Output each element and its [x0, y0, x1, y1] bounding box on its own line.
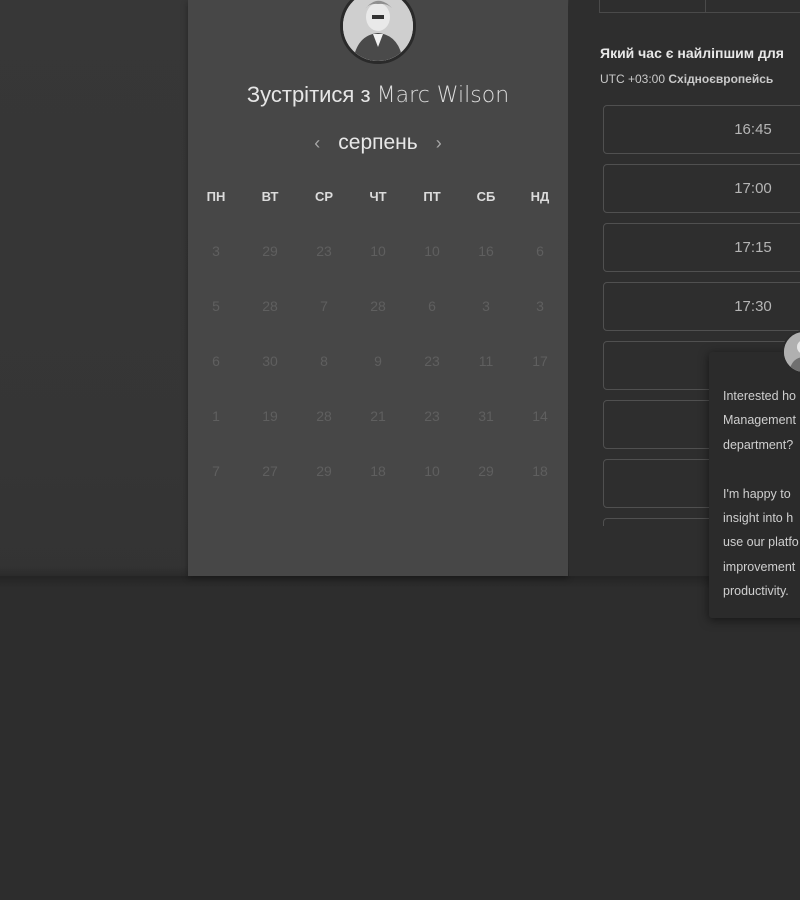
weekday-label: СБ	[476, 189, 496, 204]
calendar-day: 23	[316, 243, 332, 259]
weekday-label: ПТ	[423, 189, 441, 204]
host-photo-icon	[343, 0, 413, 61]
calendar-day: 6	[536, 243, 544, 259]
calendar-day: 28	[262, 298, 278, 314]
calendar-day: 28	[370, 298, 386, 314]
calendar-day: 3	[482, 298, 490, 314]
calendar-day: 10	[424, 243, 440, 259]
weekday-label: СР	[314, 189, 334, 204]
timezone-name: Східноєвропейсь	[668, 72, 774, 86]
chevron-left-icon[interactable]: ‹	[310, 133, 324, 154]
timezone-offset: UTC +03:00	[600, 72, 666, 86]
chat-line: Management	[723, 413, 796, 428]
calendar-day: 9	[374, 353, 382, 369]
calendar-day: 3	[536, 298, 544, 314]
chat-line	[723, 457, 800, 481]
calendar-panel: Зустрітися з Marc Wilson ‹ серпень › ПН …	[188, 0, 568, 576]
chat-line: I'm happy to	[723, 486, 791, 501]
weekday-label: ЧТ	[369, 189, 387, 204]
meeting-title: Зустрітися з Marc Wilson	[188, 82, 568, 108]
calendar-day: 16	[478, 243, 494, 259]
duration-tabs	[599, 0, 800, 13]
host-avatar	[340, 0, 416, 64]
time-slot[interactable]: 16:45	[603, 105, 800, 154]
calendar-day: 6	[212, 353, 220, 369]
time-question: Який час є найліпшим для	[600, 45, 784, 61]
calendar-day: 17	[532, 353, 548, 369]
weekday-label: НД	[530, 189, 550, 204]
time-slot[interactable]: 17:00	[603, 164, 800, 213]
weekday-label: ВТ	[261, 189, 279, 204]
calendar-day: 7	[320, 298, 328, 314]
calendar-day: 29	[316, 463, 332, 479]
host-name: Marc Wilson	[376, 83, 510, 108]
calendar-day: 23	[424, 408, 440, 424]
chat-line: insight into h	[723, 511, 794, 526]
calendar-day: 19	[262, 408, 278, 424]
calendar-day: 10	[424, 463, 440, 479]
calendar-day: 23	[424, 353, 440, 369]
calendar-day: 5	[212, 298, 220, 314]
calendar-day: 27	[262, 463, 278, 479]
chat-line: use our platfo	[723, 535, 799, 550]
calendar-day: 30	[262, 353, 278, 369]
weekday-header: ПН ВТ СР ЧТ ПТ СБ НД	[188, 189, 569, 204]
calendar-day: 18	[370, 463, 386, 479]
calendar-day: 14	[532, 408, 548, 424]
calendar-day: 10	[370, 243, 386, 259]
calendar-day: 7	[212, 463, 220, 479]
calendar-day: 6	[428, 298, 436, 314]
time-slot[interactable]: 17:15	[603, 223, 800, 272]
month-label: серпень	[338, 131, 418, 154]
calendar-day: 29	[262, 243, 278, 259]
timezone-label[interactable]: UTC +03:00 Східноєвропейсь	[600, 72, 773, 86]
month-navigation: ‹ серпень ›	[188, 128, 568, 158]
calendar-day: 21	[370, 408, 386, 424]
calendar-day: 1	[212, 408, 220, 424]
meeting-title-prefix: Зустрітися з	[246, 82, 371, 107]
calendar-day: 8	[320, 353, 328, 369]
calendar-day: 31	[478, 408, 494, 424]
chat-line: improvement	[723, 559, 796, 574]
chat-message: Interested ho Management department? I'm…	[723, 384, 800, 604]
weekday-label: ПН	[206, 189, 226, 204]
calendar-day: 11	[478, 353, 494, 369]
duration-tab[interactable]	[600, 0, 706, 12]
chat-line: Interested ho	[723, 389, 796, 403]
calendar-day: 3	[212, 243, 220, 259]
duration-tab[interactable]	[706, 0, 800, 12]
chat-line: department?	[723, 437, 794, 452]
calendar-day: 28	[316, 408, 332, 424]
chat-line: productivity.	[723, 584, 789, 599]
calendar-day: 29	[478, 463, 494, 479]
time-slot[interactable]: 17:30	[603, 282, 800, 331]
calendar-days-grid: 3 29 23 10 10 16 6 5 28 7 28 6 3 3 6 30 …	[188, 242, 569, 517]
chevron-right-icon[interactable]: ›	[432, 133, 446, 154]
agent-photo-icon	[784, 332, 800, 372]
calendar-day: 18	[532, 463, 548, 479]
